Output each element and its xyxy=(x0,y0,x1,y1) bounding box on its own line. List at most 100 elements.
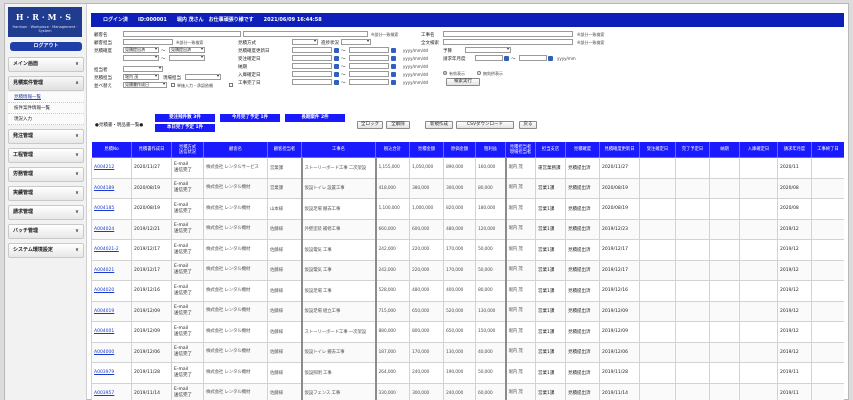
calendar-icon[interactable] xyxy=(334,79,339,85)
table-row[interactable]: A004021 2019/12/17 E-mail 送信完了 株式会社 レンタル機材佐… xyxy=(91,259,844,281)
cell-no[interactable]: A004000 xyxy=(91,341,132,363)
calendar-icon[interactable] xyxy=(334,55,339,61)
table-row[interactable]: A004019 2019/12/09 E-mail 送信完了 株式会社 レンタル機材佐… xyxy=(91,300,844,322)
site-staff-select[interactable] xyxy=(185,74,221,80)
column-header[interactable]: 見積確度更新日 xyxy=(599,141,640,158)
column-header[interactable]: 原価金額 xyxy=(443,141,476,158)
est-status-select-from[interactable]: 見積提出済 xyxy=(123,47,159,53)
arrival-to[interactable] xyxy=(349,71,389,77)
calendar-icon[interactable] xyxy=(334,71,339,77)
active-only-radio[interactable] xyxy=(443,71,447,75)
calendar-icon[interactable] xyxy=(391,63,396,69)
cell-no[interactable]: A004189 xyxy=(91,177,132,199)
menu-item-billing[interactable]: 請求管理 ∨ xyxy=(8,205,84,220)
column-header[interactable]: 見積確度 xyxy=(565,141,600,158)
table-row[interactable]: A004185 2020/08/19 E-mail 送信完了 株式会社 レンタル機材山… xyxy=(91,198,844,220)
est-method-select[interactable] xyxy=(292,39,318,45)
menu-item-settings[interactable]: システム環境設定 ∨ xyxy=(8,243,84,258)
calendar-icon[interactable] xyxy=(548,55,553,61)
customer-input[interactable] xyxy=(123,31,241,37)
column-header[interactable]: 担当支店 xyxy=(535,141,566,158)
cell-no[interactable]: A004001 xyxy=(91,321,132,343)
est-date-from[interactable] xyxy=(292,55,332,61)
billing-month-to[interactable] xyxy=(519,55,547,61)
calendar-icon[interactable] xyxy=(391,79,396,85)
single-entry-checkbox[interactable] xyxy=(171,83,175,87)
menu-item-order[interactable]: 発注管理 ∨ xyxy=(8,129,84,144)
table-row[interactable]: A004021-2 2019/12/17 E-mail 送信完了 株式会社 レンタル機… xyxy=(91,239,844,261)
est-date-to[interactable] xyxy=(349,55,389,61)
deadline-to[interactable] xyxy=(349,63,389,69)
cell-no[interactable]: A003979 xyxy=(91,362,132,384)
calendar-icon[interactable] xyxy=(334,47,339,53)
tile-long-term[interactable]: 長期案件 2件 xyxy=(285,114,345,122)
fulltext-input[interactable] xyxy=(443,39,573,45)
search-button[interactable]: 検索実行 xyxy=(446,78,480,86)
column-header[interactable]: 入庫確定日 xyxy=(739,141,778,158)
staff-select[interactable] xyxy=(123,66,163,72)
est-update-to[interactable] xyxy=(349,47,389,53)
column-header[interactable]: 請求年月度 xyxy=(777,141,812,158)
column-header[interactable]: 工事名 xyxy=(301,141,376,158)
column-header[interactable]: 見積書作成日 xyxy=(131,141,172,158)
cell-no[interactable]: A003957 xyxy=(91,382,132,400)
tile-backlog[interactable]: 受注残件数 3件 xyxy=(155,114,215,122)
submenu-item-branch-list[interactable]: 枝件案件情報一覧 xyxy=(8,103,84,114)
column-header[interactable]: 納期 xyxy=(709,141,740,158)
budget-select[interactable] xyxy=(465,47,511,53)
csv-download-button[interactable]: CSVダウンロード xyxy=(456,121,514,129)
customer-staff-input[interactable] xyxy=(123,39,173,45)
calendar-icon[interactable] xyxy=(391,55,396,61)
column-header[interactable]: 完了予定日 xyxy=(675,141,710,158)
new-button[interactable]: 新規作成 xyxy=(425,121,453,129)
tile-month-complete[interactable]: 今月完了予定 1件 xyxy=(220,114,280,122)
est-staff-select[interactable]: 堀内 茂 xyxy=(123,74,159,80)
table-row[interactable]: A004020 2019/12/16 E-mail 送信完了 株式会社 レンタル機材佐… xyxy=(91,280,844,302)
table-row[interactable]: A003957 2019/11/14 E-mail 送信完了 株式会社 レンタル機材佐… xyxy=(91,382,844,400)
arrival-from[interactable] xyxy=(292,71,332,77)
table-row[interactable]: A004000 2019/12/06 E-mail 送信完了 株式会社 レンタル機材佐… xyxy=(91,341,844,363)
cell-no[interactable]: A004019 xyxy=(91,300,132,322)
cell-no[interactable]: A004185 xyxy=(91,198,132,220)
project-input[interactable] xyxy=(443,31,573,37)
menu-item-process[interactable]: 工程管理 ∨ xyxy=(8,148,84,163)
customer-input-2[interactable] xyxy=(243,31,368,37)
menu-item-batch[interactable]: バッチ管理 ∨ xyxy=(8,224,84,239)
tile-today-complete[interactable]: 本日完了予定 1件 xyxy=(155,124,215,132)
cell-no[interactable]: A004024 xyxy=(91,218,132,240)
column-header[interactable]: 受注確定日 xyxy=(639,141,676,158)
back-button[interactable]: 戻る xyxy=(519,121,537,129)
column-header[interactable]: 粗利益 xyxy=(475,141,506,158)
finish-from[interactable] xyxy=(292,79,332,85)
column-header[interactable]: 見積金額 xyxy=(409,141,444,158)
menu-item-labor[interactable]: 労務管理 ∨ xyxy=(8,167,84,182)
calendar-icon[interactable] xyxy=(391,47,396,53)
menu-item-estimate[interactable]: 見積案件管理 ∧ xyxy=(8,76,84,91)
column-header[interactable]: 顧客担当者 xyxy=(267,141,302,158)
column-header[interactable]: 顧客名 xyxy=(203,141,268,158)
deadline-from[interactable] xyxy=(292,63,332,69)
sort-select[interactable]: 見積書作成日 xyxy=(123,82,167,88)
cell-no[interactable]: A004021 xyxy=(91,259,132,281)
table-row[interactable]: A004212 2020/11/27 E-mail 送信完了 株式会社 レンタルサービ… xyxy=(91,157,844,179)
est-update-from[interactable] xyxy=(292,47,332,53)
submenu-item-status-input[interactable]: 現況入力 xyxy=(8,114,84,125)
cell-no[interactable]: A004020 xyxy=(91,280,132,302)
cell-no[interactable]: A004212 xyxy=(91,157,132,179)
column-header[interactable]: 見積担当者 現場担当者 xyxy=(505,141,536,158)
progress-select[interactable] xyxy=(341,39,371,45)
column-header[interactable]: 工事終了日 xyxy=(811,141,844,158)
unlock-all-button[interactable]: 全解除 xyxy=(386,121,410,129)
calendar-icon[interactable] xyxy=(504,55,509,61)
submenu-item-estimate-list[interactable]: 見積情報一覧 xyxy=(8,92,84,103)
column-header[interactable]: 税込合計 xyxy=(375,141,410,158)
column-header[interactable]: 見積No xyxy=(91,141,132,158)
billing-month-from[interactable] xyxy=(475,55,503,61)
calendar-icon[interactable] xyxy=(391,71,396,77)
menu-item-results[interactable]: 実績管理 ∨ xyxy=(8,186,84,201)
finish-to[interactable] xyxy=(349,79,389,85)
table-row[interactable]: A003979 2019/11/28 E-mail 送信完了 株式会社 レンタル機材佐… xyxy=(91,362,844,384)
est-status-select-to[interactable]: 見積提出済 xyxy=(169,47,205,53)
sub-select-from[interactable] xyxy=(123,55,159,61)
lock-all-button[interactable]: 全ロック xyxy=(357,121,383,129)
